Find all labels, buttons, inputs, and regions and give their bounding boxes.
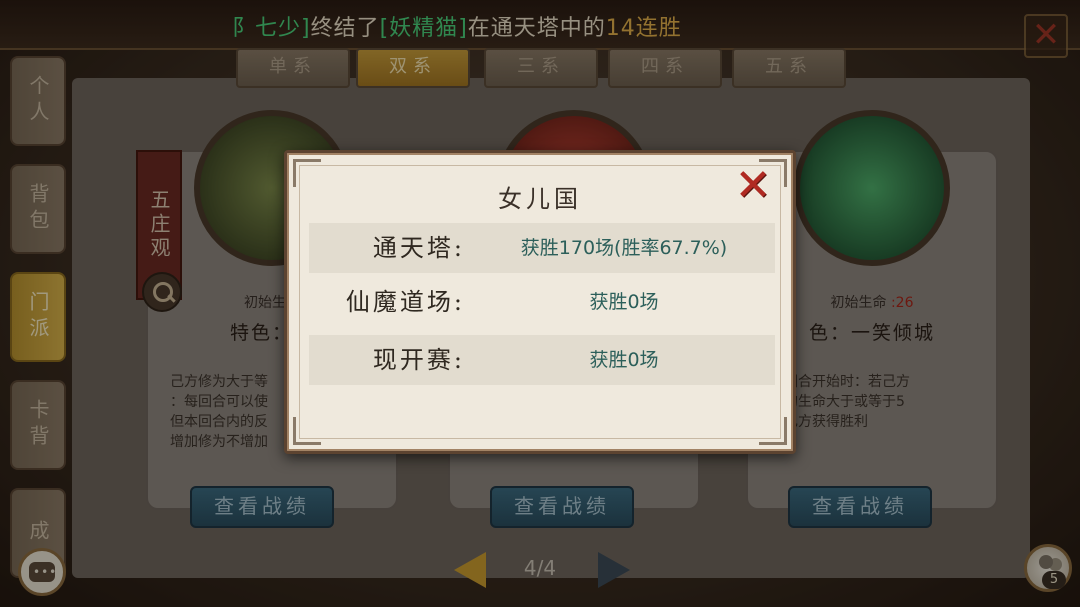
record-label: 仙魔道场: (345, 288, 465, 316)
corner-ornament (759, 417, 787, 445)
sect-record-dialog: 女儿国 ✕ 通天塔: 获胜170场(胜率67.7%) 仙魔道场: 获胜0场 现开… (284, 150, 796, 454)
record-value: 获胜170场(胜率67.7%) (520, 237, 728, 259)
record-value: 获胜0场 (589, 349, 659, 371)
record-row-tower: 通天塔: 获胜170场(胜率67.7%) (309, 223, 775, 273)
close-icon: ✕ (734, 160, 772, 211)
record-value: 获胜0场 (589, 291, 659, 313)
record-label: 通天塔: (372, 234, 465, 262)
corner-ornament (293, 417, 321, 445)
dialog-close-button[interactable]: ✕ (733, 164, 773, 208)
record-row-open-match: 现开赛: 获胜0场 (309, 335, 775, 385)
dialog-title: 女儿国 (498, 185, 582, 213)
record-row-arena: 仙魔道场: 获胜0场 (309, 277, 775, 327)
record-label: 现开赛: (372, 346, 465, 374)
